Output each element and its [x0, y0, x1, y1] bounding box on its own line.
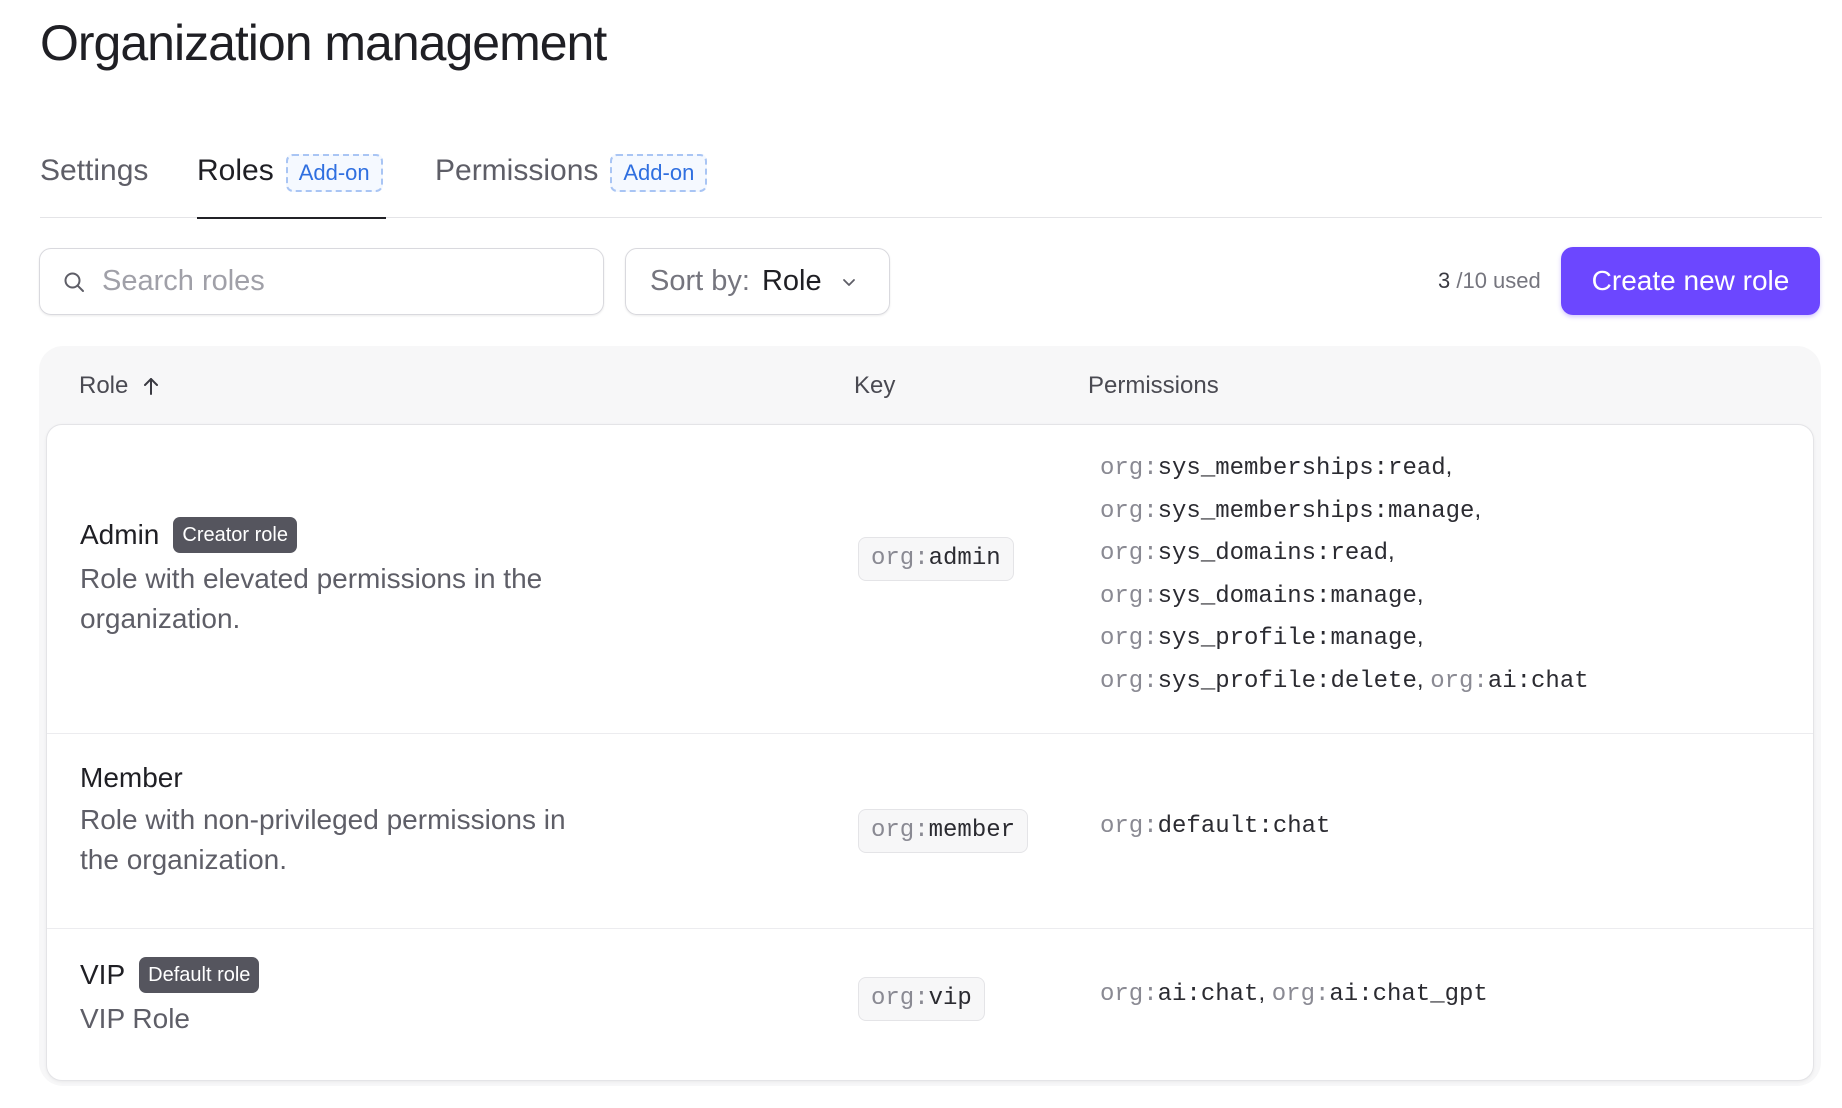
- perm-sep: ,: [1416, 665, 1431, 693]
- key-prefix: org:: [871, 545, 929, 572]
- permission-line: org:sys_domains:read,: [1100, 532, 1589, 575]
- permissions-cell: org:sys_memberships:read, org:sys_member…: [1100, 447, 1589, 702]
- search-box[interactable]: [39, 248, 604, 315]
- perm-sep: ,: [1474, 495, 1482, 523]
- search-icon: [64, 272, 84, 292]
- role-cell: Admin Creator role Role with elevated pe…: [80, 517, 680, 639]
- tab-permissions-label: Permissions: [435, 154, 599, 187]
- key-name: admin: [928, 545, 1001, 572]
- tab-roles-label: Roles: [197, 154, 274, 187]
- permission-line: org:sys_profile:manage,: [1100, 617, 1589, 660]
- role-description: Role with non-privileged permissions in …: [80, 804, 566, 875]
- role-description: VIP Role: [80, 1003, 190, 1034]
- perm-name: ai:chat: [1487, 667, 1589, 695]
- column-header-role[interactable]: Role: [79, 372, 160, 400]
- sort-dropdown[interactable]: Sort by: Role: [625, 248, 890, 315]
- perm-prefix: org:: [1100, 625, 1158, 652]
- permission-line: org:sys_profile:delete, org:ai:chat: [1100, 660, 1589, 703]
- role-name: Admin: [80, 519, 160, 550]
- table-row[interactable]: VIP Default role VIP Role org:vip org:ai…: [47, 929, 1813, 1080]
- table-body: Admin Creator role Role with elevated pe…: [46, 424, 1814, 1081]
- perm-sep: ,: [1258, 979, 1272, 1006]
- sort-label: Sort by:: [650, 265, 750, 297]
- table-row[interactable]: Member Role with non-privileged permissi…: [47, 734, 1813, 929]
- column-header-role-label: Role: [79, 372, 129, 399]
- role-description: Role with elevated permissions in the or…: [80, 563, 543, 634]
- perm-prefix: org:: [1100, 813, 1158, 840]
- perm-prefix: org:: [1100, 667, 1158, 695]
- permission-line: org:sys_memberships:manage,: [1100, 490, 1589, 533]
- permissions-cell: org:ai:chat, org:ai:chat_gpt: [1100, 973, 1488, 1016]
- role-cell: VIP Default role VIP Role: [80, 957, 680, 1039]
- addon-badge: Add-on: [285, 154, 383, 192]
- perm-sep: ,: [1416, 623, 1424, 650]
- tab-roles[interactable]: Roles Add-on: [197, 148, 386, 219]
- perm-sep: ,: [1445, 453, 1453, 480]
- tab-bar: Settings Roles Add-on Permissions Add-on: [40, 148, 1822, 219]
- role-key: org:vip: [858, 977, 985, 1021]
- perm-prefix: org:: [1100, 455, 1158, 482]
- role-badge: Default role: [139, 957, 260, 993]
- perm-sep: ,: [1388, 538, 1395, 565]
- usage-suffix: /10 used: [1450, 268, 1541, 293]
- key-name: vip: [928, 985, 972, 1012]
- role-key: org:admin: [858, 537, 1014, 581]
- column-header-permissions: Permissions: [1088, 372, 1219, 399]
- role-cell: Member Role with non-privileged permissi…: [80, 762, 600, 880]
- perm-sep: ,: [1416, 580, 1424, 608]
- usage-counter: 3 /10 used: [1438, 268, 1541, 294]
- perm-name: sys_profile:delete: [1157, 667, 1417, 695]
- page-title: Organization management: [40, 15, 607, 71]
- permission-line: org:sys_memberships:read,: [1100, 447, 1589, 490]
- role-name: VIP: [80, 959, 126, 990]
- permission-line: org:default:chat: [1100, 807, 1330, 848]
- key-prefix: org:: [871, 985, 929, 1012]
- addon-badge: Add-on: [610, 154, 708, 192]
- key-name: member: [928, 817, 1016, 844]
- tab-settings-label: Settings: [40, 154, 149, 187]
- table-row[interactable]: Admin Creator role Role with elevated pe…: [47, 425, 1813, 734]
- key-prefix: org:: [871, 817, 929, 844]
- perm-name: sys_domains:manage: [1157, 582, 1417, 610]
- permission-line: org:sys_domains:manage,: [1100, 575, 1589, 618]
- perm-name: sys_profile:manage: [1157, 625, 1417, 652]
- perm-prefix: org:: [1100, 582, 1158, 610]
- perm-prefix: org:: [1100, 540, 1158, 567]
- permission-line: org:ai:chat, org:ai:chat_gpt: [1100, 973, 1488, 1016]
- perm-prefix: org:: [1100, 497, 1158, 525]
- table-header: Role Key Permissions: [39, 346, 1821, 424]
- create-role-button[interactable]: Create new role: [1561, 247, 1820, 315]
- role-name: Member: [80, 762, 183, 793]
- perm-prefix: org:: [1430, 667, 1488, 695]
- perm-name: ai:chat_gpt: [1329, 981, 1488, 1008]
- perm-name: ai:chat: [1157, 981, 1259, 1008]
- perm-name: sys_memberships:manage: [1157, 497, 1475, 525]
- column-header-key: Key: [854, 372, 896, 399]
- perm-prefix: org:: [1100, 981, 1158, 1008]
- perm-prefix: org:: [1271, 981, 1330, 1008]
- search-input[interactable]: [102, 265, 582, 298]
- perm-name: sys_memberships:read: [1157, 455, 1446, 482]
- role-key: org:member: [858, 809, 1029, 853]
- permissions-cell: org:default:chat: [1100, 807, 1330, 848]
- perm-name: default:chat: [1157, 813, 1331, 840]
- sort-value: Role: [761, 265, 822, 297]
- roles-table: Role Key Permissions Admin Creator role …: [39, 346, 1821, 1086]
- tab-settings[interactable]: Settings: [40, 148, 148, 218]
- perm-name: sys_domains:read: [1157, 540, 1389, 567]
- usage-count: 3: [1438, 268, 1451, 293]
- tab-permissions[interactable]: Permissions Add-on: [435, 148, 708, 218]
- arrow-up-icon: [144, 378, 159, 395]
- role-badge: Creator role: [173, 517, 297, 553]
- chevron-down-icon: [842, 278, 855, 286]
